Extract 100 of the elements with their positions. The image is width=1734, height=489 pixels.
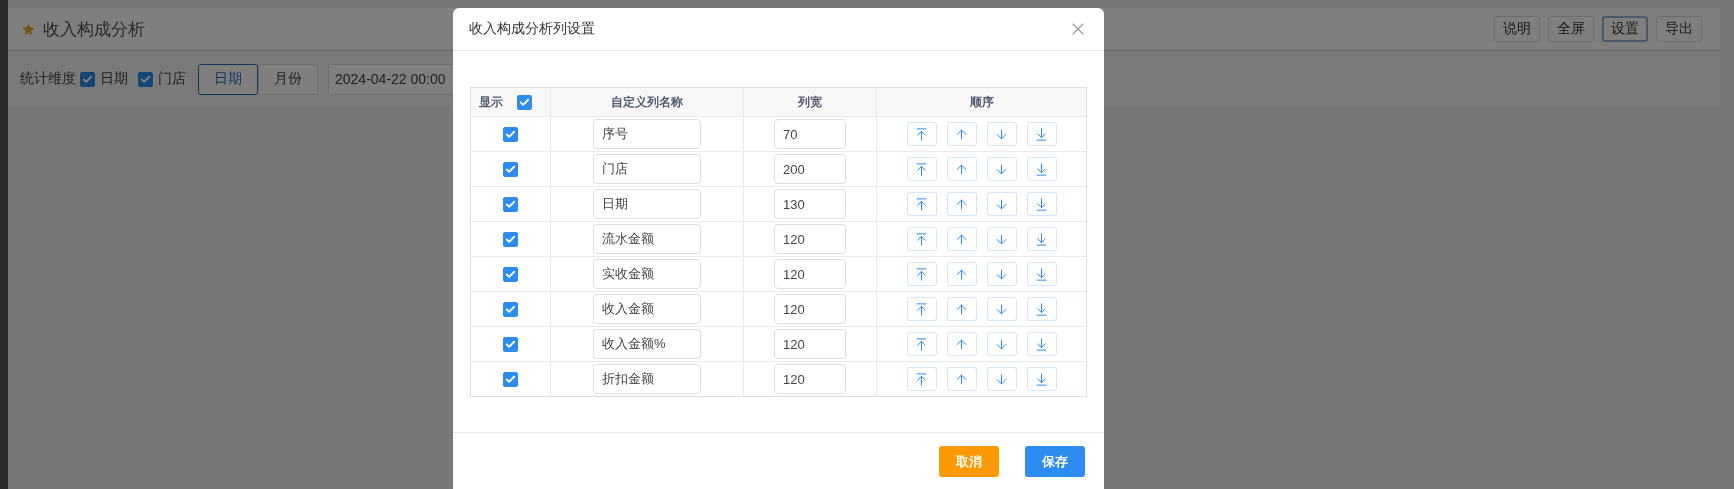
move-bottom-button[interactable] bbox=[1026, 122, 1057, 146]
checkbox[interactable] bbox=[503, 301, 518, 317]
arrow-down-to-line-icon bbox=[1034, 266, 1049, 282]
move-top-button[interactable] bbox=[906, 122, 937, 146]
column-width-field[interactable]: 120 bbox=[774, 364, 846, 394]
arrow-down-icon bbox=[994, 301, 1009, 317]
check-icon bbox=[505, 163, 516, 175]
arrow-down-to-line-icon bbox=[1034, 301, 1049, 317]
column-width-field[interactable]: 200 bbox=[774, 154, 846, 184]
checkbox-label: 日期 bbox=[100, 70, 128, 88]
arrow-down-icon bbox=[994, 161, 1009, 177]
move-up-button[interactable] bbox=[946, 297, 977, 321]
check-icon bbox=[505, 233, 516, 245]
check-icon bbox=[505, 303, 516, 315]
check-icon bbox=[505, 198, 516, 210]
column-name-field[interactable]: 实收金额 bbox=[593, 259, 701, 289]
column-name-field[interactable]: 序号 bbox=[593, 119, 701, 149]
segment-button[interactable]: 月份 bbox=[258, 63, 318, 95]
column-name-field[interactable]: 收入金额 bbox=[593, 294, 701, 324]
move-down-button[interactable] bbox=[986, 297, 1017, 321]
check-icon bbox=[505, 338, 516, 350]
toolbar-button[interactable]: 设置 bbox=[1602, 16, 1648, 42]
arrow-down-icon bbox=[994, 336, 1009, 352]
move-top-button[interactable] bbox=[906, 192, 937, 216]
column-header: 显示 bbox=[479, 93, 503, 111]
checkbox[interactable] bbox=[503, 336, 518, 352]
move-down-button[interactable] bbox=[986, 367, 1017, 391]
arrow-up-to-line-icon bbox=[914, 231, 929, 247]
move-bottom-button[interactable] bbox=[1026, 297, 1057, 321]
move-bottom-button[interactable] bbox=[1026, 332, 1057, 356]
arrow-down-to-line-icon bbox=[1034, 161, 1049, 177]
column-width-field[interactable]: 120 bbox=[774, 259, 846, 289]
move-bottom-button[interactable] bbox=[1026, 367, 1057, 391]
column-width-field[interactable]: 120 bbox=[774, 294, 846, 324]
dialog-title: 收入构成分析列设置 bbox=[469, 20, 595, 38]
move-down-button[interactable] bbox=[986, 192, 1017, 216]
arrow-up-to-line-icon bbox=[914, 196, 929, 212]
move-top-button[interactable] bbox=[906, 157, 937, 181]
arrow-up-to-line-icon bbox=[914, 336, 929, 352]
checkbox[interactable] bbox=[503, 126, 518, 142]
column-header: 自定义列名称 bbox=[611, 93, 683, 111]
move-top-button[interactable] bbox=[906, 297, 937, 321]
move-up-button[interactable] bbox=[946, 192, 977, 216]
column-name-field[interactable]: 收入金额% bbox=[593, 329, 701, 359]
move-top-button[interactable] bbox=[906, 262, 937, 286]
page-title: 收入构成分析 bbox=[43, 18, 145, 41]
move-bottom-button[interactable] bbox=[1026, 192, 1057, 216]
column-name-field[interactable]: 折扣金额 bbox=[593, 364, 701, 394]
arrow-up-to-line-icon bbox=[914, 371, 929, 387]
toolbar-button[interactable]: 全屏 bbox=[1548, 16, 1594, 42]
check-icon bbox=[82, 73, 93, 85]
column-header: 列宽 bbox=[798, 93, 822, 111]
move-top-button[interactable] bbox=[906, 332, 937, 356]
move-down-button[interactable] bbox=[986, 262, 1017, 286]
arrow-down-to-line-icon bbox=[1034, 336, 1049, 352]
arrow-down-to-line-icon bbox=[1034, 196, 1049, 212]
move-bottom-button[interactable] bbox=[1026, 157, 1057, 181]
move-down-button[interactable] bbox=[986, 122, 1017, 146]
column-name-field[interactable]: 日期 bbox=[593, 189, 701, 219]
check-icon bbox=[140, 73, 151, 85]
arrow-up-to-line-icon bbox=[914, 266, 929, 282]
checkbox[interactable] bbox=[517, 94, 532, 110]
move-down-button[interactable] bbox=[986, 157, 1017, 181]
move-up-button[interactable] bbox=[946, 262, 977, 286]
checkbox[interactable] bbox=[503, 266, 518, 282]
checkbox[interactable] bbox=[503, 196, 518, 212]
column-width-field[interactable]: 120 bbox=[774, 329, 846, 359]
column-width-field[interactable]: 120 bbox=[774, 224, 846, 254]
arrow-down-icon bbox=[994, 126, 1009, 142]
move-up-button[interactable] bbox=[946, 157, 977, 181]
checkbox[interactable] bbox=[503, 231, 518, 247]
column-width-field[interactable]: 130 bbox=[774, 189, 846, 219]
toolbar-button[interactable]: 说明 bbox=[1494, 16, 1540, 42]
arrow-down-to-line-icon bbox=[1034, 371, 1049, 387]
arrow-down-icon bbox=[994, 371, 1009, 387]
checkbox[interactable] bbox=[503, 371, 518, 387]
filter-label: 统计维度 bbox=[20, 70, 76, 88]
column-width-field[interactable]: 70 bbox=[774, 119, 846, 149]
move-bottom-button[interactable] bbox=[1026, 262, 1057, 286]
move-down-button[interactable] bbox=[986, 227, 1017, 251]
move-top-button[interactable] bbox=[906, 367, 937, 391]
move-up-button[interactable] bbox=[946, 367, 977, 391]
move-down-button[interactable] bbox=[986, 332, 1017, 356]
arrow-up-to-line-icon bbox=[914, 126, 929, 142]
move-up-button[interactable] bbox=[946, 332, 977, 356]
checkbox[interactable] bbox=[80, 71, 95, 87]
move-top-button[interactable] bbox=[906, 227, 937, 251]
move-up-button[interactable] bbox=[946, 122, 977, 146]
checkbox[interactable] bbox=[503, 161, 518, 177]
move-bottom-button[interactable] bbox=[1026, 227, 1057, 251]
column-name-field[interactable]: 流水金额 bbox=[593, 224, 701, 254]
arrow-down-to-line-icon bbox=[1034, 126, 1049, 142]
arrow-down-icon bbox=[994, 196, 1009, 212]
checkbox-label: 门店 bbox=[158, 70, 186, 88]
arrow-down-icon bbox=[994, 231, 1009, 247]
checkbox[interactable] bbox=[138, 71, 153, 87]
toolbar-button[interactable]: 导出 bbox=[1656, 16, 1702, 42]
move-up-button[interactable] bbox=[946, 227, 977, 251]
check-icon bbox=[505, 268, 516, 280]
column-name-field[interactable]: 门店 bbox=[593, 154, 701, 184]
